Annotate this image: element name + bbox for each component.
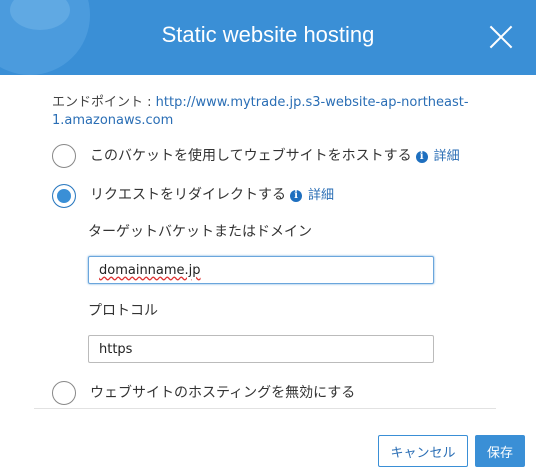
dialog-header: Static website hosting: [0, 0, 536, 75]
detail-link[interactable]: 詳細: [308, 188, 334, 203]
save-button[interactable]: 保存: [475, 435, 525, 467]
protocol-input[interactable]: https: [88, 335, 434, 363]
protocol-label: プロトコル: [88, 303, 158, 319]
detail-link[interactable]: 詳細: [434, 149, 460, 164]
endpoint-text: エンドポイント : http://www.mytrade.jp.s3-websi…: [52, 94, 482, 130]
dialog-title: Static website hosting: [161, 22, 375, 47]
radio-disable-hosting[interactable]: [52, 381, 76, 405]
option-host-website: このバケットを使用してウェブサイトをホストする i 詳細: [90, 145, 460, 165]
option-host-website-label: このバケットを使用してウェブサイトをホストする: [90, 148, 412, 164]
divider: [34, 408, 496, 409]
radio-host-website[interactable]: [52, 144, 76, 168]
option-redirect-label: リクエストをリダイレクトする: [90, 187, 286, 203]
target-bucket-label: ターゲットバケットまたはドメイン: [88, 224, 312, 240]
endpoint-label: エンドポイント :: [52, 95, 156, 110]
target-bucket-input[interactable]: domainname.jp: [88, 256, 434, 284]
target-bucket-value: domainname.jp: [99, 262, 201, 278]
cancel-button[interactable]: キャンセル: [378, 435, 468, 467]
option-redirect-requests: リクエストをリダイレクトする i 詳細: [90, 184, 334, 204]
close-icon[interactable]: [486, 22, 516, 52]
option-disable-hosting: ウェブサイトのホスティングを無効にする: [90, 385, 356, 401]
info-icon[interactable]: i: [290, 190, 302, 202]
protocol-value: https: [99, 341, 133, 357]
info-icon[interactable]: i: [415, 151, 428, 163]
radio-redirect-requests[interactable]: [52, 184, 76, 208]
